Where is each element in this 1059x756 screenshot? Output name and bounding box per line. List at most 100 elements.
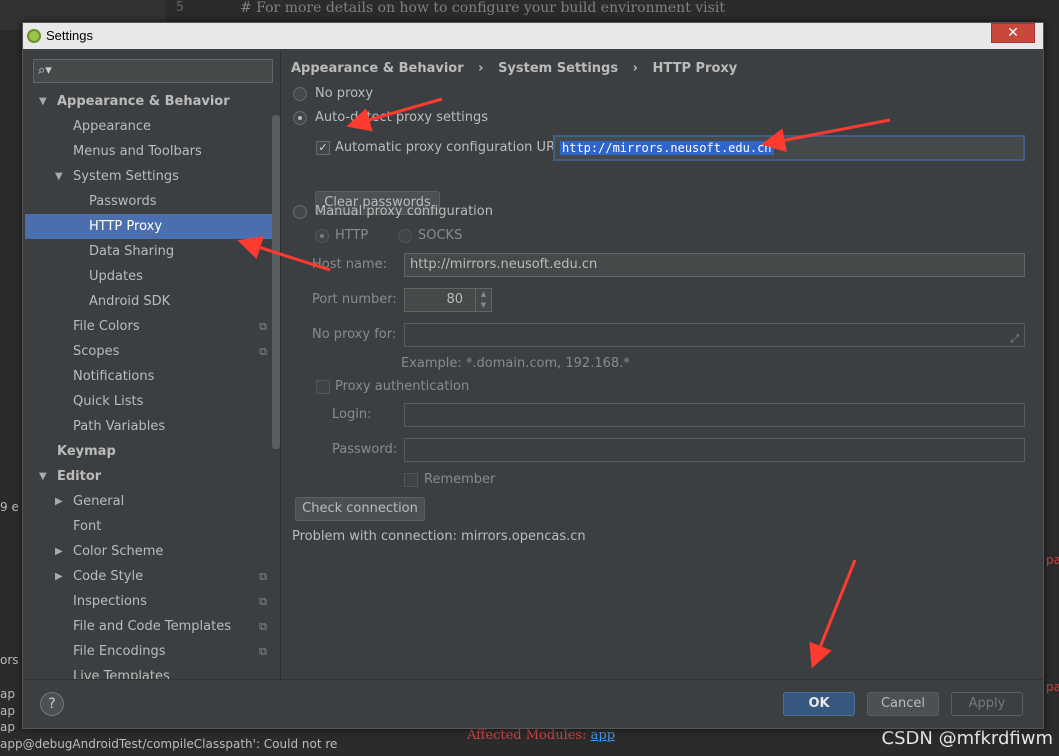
proxy-auth-label: Proxy authentication bbox=[335, 379, 470, 394]
sidebar-item-label: File Encodings bbox=[73, 644, 166, 659]
search-input[interactable]: ⌕▾ bbox=[33, 59, 273, 83]
port-number-label: Port number: bbox=[312, 292, 397, 307]
sidebar-item-label: File and Code Templates bbox=[73, 619, 231, 634]
expand-right-icon[interactable]: ▶ bbox=[55, 489, 63, 514]
sidebar-item-menus-and-toolbars[interactable]: Menus and Toolbars bbox=[25, 139, 280, 164]
sidebar-item-label: HTTP Proxy bbox=[89, 219, 163, 234]
sidebar-item-file-colors[interactable]: File Colors ⧉ bbox=[25, 314, 280, 339]
password-field[interactable] bbox=[404, 438, 1025, 462]
left-fragment: ors bbox=[0, 653, 19, 667]
left-fragment: ap bbox=[0, 687, 15, 701]
breadcrumb-item: HTTP Proxy bbox=[652, 61, 738, 76]
sidebar-item-updates[interactable]: Updates bbox=[25, 264, 280, 289]
sidebar-item-label: Color Scheme bbox=[73, 544, 164, 559]
project-scope-icon: ⧉ bbox=[259, 595, 267, 608]
expand-down-icon[interactable]: ▼ bbox=[39, 464, 47, 489]
watermark: CSDN @mfkrdfiwm bbox=[881, 728, 1053, 749]
sidebar-item-file-encodings[interactable]: File Encodings ⧉ bbox=[25, 639, 280, 664]
sidebar-item-label: Font bbox=[73, 519, 102, 534]
sidebar-item-data-sharing[interactable]: Data Sharing bbox=[25, 239, 280, 264]
auto-detect-radio[interactable] bbox=[293, 111, 307, 125]
sidebar-item-label: Android SDK bbox=[89, 294, 171, 309]
sidebar-scrollbar[interactable] bbox=[272, 115, 280, 449]
settings-tree: ▼ Appearance & Behavior Appearance Menus an… bbox=[25, 89, 280, 679]
sidebar-item-passwords[interactable]: Passwords bbox=[25, 189, 280, 214]
breadcrumb: Appearance & Behavior › System Settings … bbox=[291, 61, 747, 76]
help-button[interactable]: ? bbox=[40, 692, 64, 716]
expand-right-icon[interactable]: ▶ bbox=[55, 539, 63, 564]
auto-url-checkbox[interactable]: ✓ bbox=[316, 141, 330, 155]
sidebar-item-appearance-behavior[interactable]: ▼ Appearance & Behavior bbox=[25, 89, 280, 114]
sidebar-item-quick-lists[interactable]: Quick Lists bbox=[25, 389, 280, 414]
sidebar-item-file-and-code-templates[interactable]: File and Code Templates ⧉ bbox=[25, 614, 280, 639]
sidebar-item-live-templates[interactable]: Live Templates bbox=[25, 664, 280, 679]
http-radio[interactable] bbox=[315, 229, 329, 243]
port-number-field[interactable]: 80 ▲ ▼ bbox=[404, 288, 492, 312]
sidebar-item-inspections[interactable]: Inspections ⧉ bbox=[25, 589, 280, 614]
auto-url-label: Automatic proxy configuration URL: bbox=[335, 140, 567, 155]
breadcrumb-separator: › bbox=[632, 61, 638, 76]
sidebar-item-code-style[interactable]: ▶ Code Style ⧉ bbox=[25, 564, 280, 589]
http-proxy-panel: Appearance & Behavior › System Settings … bbox=[282, 53, 1043, 679]
sidebar-item-keymap[interactable]: Keymap bbox=[25, 439, 280, 464]
project-scope-icon: ⧉ bbox=[259, 620, 267, 633]
sidebar-item-label: General bbox=[73, 494, 125, 509]
affected-label: Affected Modules: bbox=[467, 728, 587, 743]
sidebar-item-appearance[interactable]: Appearance bbox=[25, 114, 280, 139]
sidebar-item-scopes[interactable]: Scopes ⧉ bbox=[25, 339, 280, 364]
line-number: 5 bbox=[176, 0, 184, 15]
socks-radio[interactable] bbox=[398, 229, 412, 243]
sidebar-item-notifications[interactable]: Notifications bbox=[25, 364, 280, 389]
build-message: app@debugAndroidTest/compileClasspath': … bbox=[0, 737, 338, 751]
auto-url-field[interactable]: http://mirrors.neusoft.edu.cn bbox=[553, 135, 1025, 161]
expand-down-icon[interactable]: ▼ bbox=[55, 164, 63, 189]
right-fragment: pa bbox=[1046, 553, 1059, 567]
auto-detect-label: Auto-detect proxy settings bbox=[315, 110, 489, 125]
sidebar-item-general[interactable]: ▶ General bbox=[25, 489, 280, 514]
apply-button[interactable]: Apply bbox=[951, 692, 1023, 716]
manual-radio[interactable] bbox=[293, 205, 307, 219]
close-button[interactable]: ✕ bbox=[991, 23, 1035, 43]
expand-icon[interactable]: ⤢ bbox=[1010, 328, 1019, 346]
remember-checkbox[interactable] bbox=[404, 473, 418, 487]
search-icon: ⌕▾ bbox=[38, 63, 52, 78]
port-spinner[interactable]: ▲ ▼ bbox=[475, 289, 491, 311]
expand-right-icon[interactable]: ▶ bbox=[55, 564, 63, 589]
sidebar-item-label: Passwords bbox=[89, 194, 157, 209]
project-scope-icon: ⧉ bbox=[259, 570, 267, 583]
no-proxy-radio[interactable] bbox=[293, 87, 307, 101]
sidebar-item-http-proxy[interactable]: HTTP Proxy bbox=[25, 214, 280, 239]
settings-dialog: Settings ✕ ⌕▾ ▼ Appearance & Behavior Appe… bbox=[22, 22, 1044, 729]
spinner-down-icon[interactable]: ▼ bbox=[476, 300, 491, 311]
no-proxy-for-field[interactable]: ⤢ bbox=[404, 323, 1025, 347]
example-hint: Example: *.domain.com, 192.168.* bbox=[401, 356, 630, 371]
sidebar-item-font[interactable]: Font bbox=[25, 514, 280, 539]
spinner-up-icon[interactable]: ▲ bbox=[476, 289, 491, 300]
login-label: Login: bbox=[332, 407, 372, 422]
sidebar-item-label: Appearance bbox=[73, 119, 152, 134]
expand-down-icon[interactable]: ▼ bbox=[39, 89, 47, 114]
ok-button[interactable]: OK bbox=[783, 692, 855, 716]
cancel-button[interactable]: Cancel bbox=[867, 692, 939, 716]
sidebar-item-color-scheme[interactable]: ▶ Color Scheme bbox=[25, 539, 280, 564]
check-connection-button[interactable]: Check connection bbox=[295, 497, 425, 521]
sidebar-item-path-variables[interactable]: Path Variables bbox=[25, 414, 280, 439]
sidebar-item-label: Scopes bbox=[73, 344, 120, 359]
left-fragment: 9 e bbox=[0, 500, 19, 514]
sidebar-item-label: Menus and Toolbars bbox=[73, 144, 202, 159]
sidebar-item-android-sdk[interactable]: Android SDK bbox=[25, 289, 280, 314]
sidebar-item-label: Code Style bbox=[73, 569, 144, 584]
sidebar-item-label: File Colors bbox=[73, 319, 140, 334]
sidebar-item-editor[interactable]: ▼ Editor bbox=[25, 464, 280, 489]
sidebar-item-system-settings[interactable]: ▼ System Settings bbox=[25, 164, 280, 189]
http-label: HTTP bbox=[335, 228, 369, 243]
title-bar: Settings ✕ bbox=[23, 23, 1043, 49]
window-title: Settings bbox=[46, 28, 93, 43]
proxy-auth-checkbox[interactable] bbox=[316, 380, 330, 394]
login-field[interactable] bbox=[404, 403, 1025, 427]
left-fragment: ap bbox=[0, 704, 15, 718]
affected-link[interactable]: app bbox=[591, 728, 615, 743]
sidebar-item-label: Live Templates bbox=[73, 669, 170, 679]
settings-sidebar: ⌕▾ ▼ Appearance & Behavior Appearance Menus… bbox=[25, 53, 281, 679]
host-name-field[interactable]: http://mirrors.neusoft.edu.cn bbox=[404, 253, 1025, 277]
